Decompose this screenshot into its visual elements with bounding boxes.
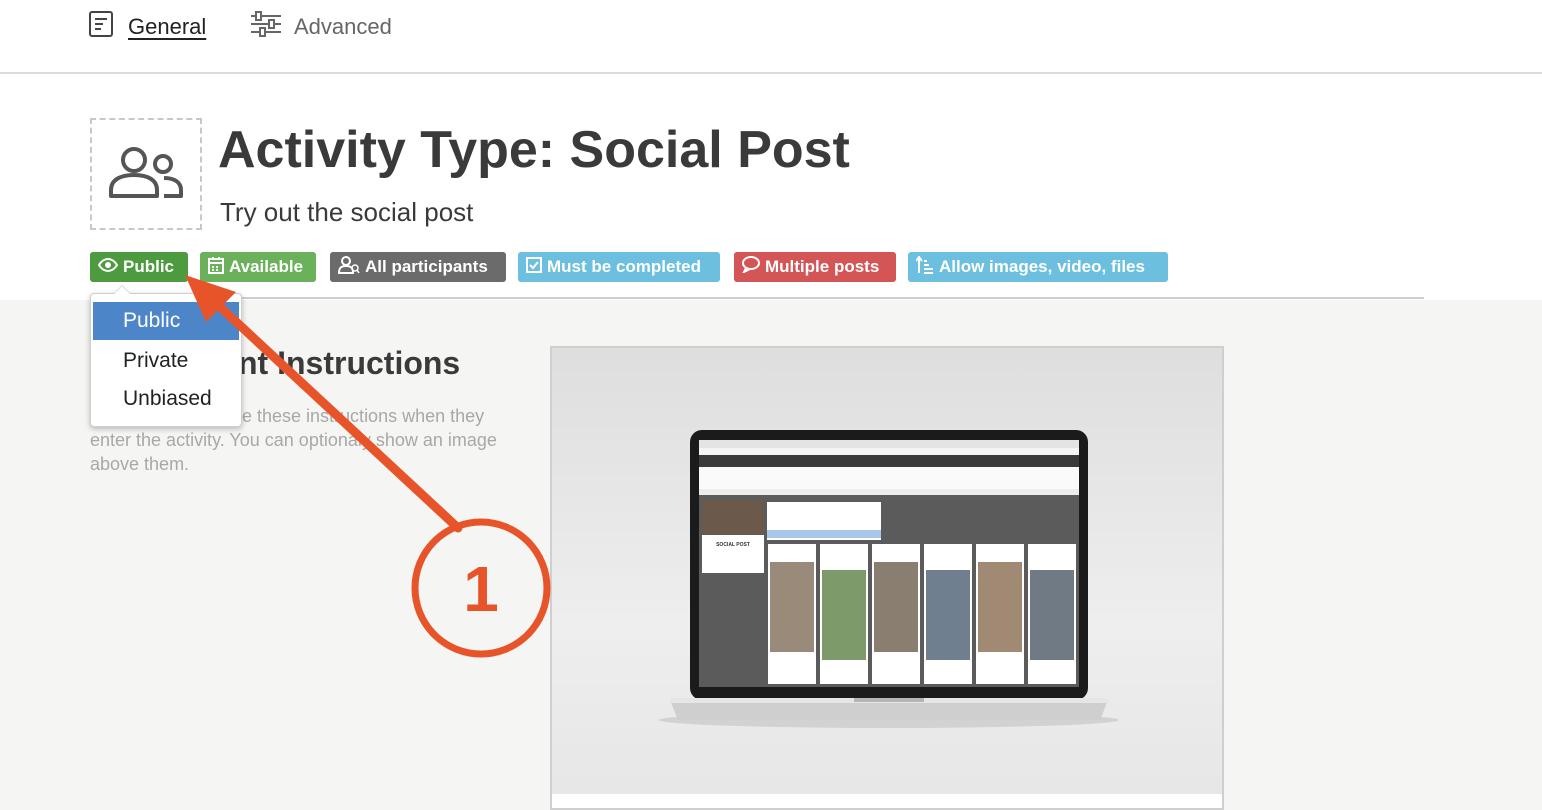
visibility-option-public[interactable]: Public	[93, 302, 239, 340]
eye-icon	[97, 257, 123, 277]
preview-post-photo	[822, 570, 866, 660]
activity-icon-box[interactable]	[90, 118, 202, 230]
badge-completion[interactable]: Must be completed	[518, 252, 720, 282]
preview-post-photo	[978, 562, 1022, 652]
laptop-image: SOCIAL POST	[659, 430, 1119, 728]
tab-advanced[interactable]: Advanced	[250, 10, 392, 44]
document-icon	[88, 9, 116, 45]
visibility-option-private[interactable]: Private	[93, 342, 239, 380]
tab-general-label: General	[128, 14, 207, 39]
user-group-icon	[337, 255, 365, 279]
visibility-option-unbiased[interactable]: Unbiased	[93, 380, 239, 418]
badge-visibility-label: Public	[123, 257, 175, 276]
badge-participants-label: All participants	[365, 257, 488, 276]
preview-post-photo	[874, 562, 918, 652]
badge-posts[interactable]: Multiple posts	[734, 252, 896, 282]
page-subtitle: Try out the social post	[220, 197, 474, 227]
tab-general[interactable]: General	[88, 10, 206, 44]
preview-post-photo	[770, 562, 814, 652]
sort-icon	[915, 254, 939, 279]
sliders-icon	[250, 9, 282, 45]
badge-completion-label: Must be completed	[547, 257, 701, 276]
visibility-dropdown[interactable]: Public Private Unbiased	[90, 285, 242, 427]
badge-availability[interactable]: Available	[200, 252, 316, 282]
preview-heading: SOCIAL POST	[716, 542, 750, 548]
page-title: Activity Type: Social Post	[218, 121, 850, 179]
badge-posts-label: Multiple posts	[765, 257, 880, 276]
instructions-image[interactable]: SOCIAL POST	[550, 346, 1224, 810]
tab-advanced-label: Advanced	[294, 14, 392, 39]
image-caption-area	[550, 794, 1224, 810]
instructions-line-2: enter the activity. You can optionaly sh…	[90, 430, 497, 450]
preview-post-photo	[1030, 570, 1074, 660]
checkbox-icon	[526, 256, 547, 278]
speech-bubble-icon	[741, 256, 765, 278]
badge-participants[interactable]: All participants	[330, 252, 506, 282]
instructions-line-3: above them.	[90, 454, 190, 474]
header-divider	[90, 297, 1424, 299]
badge-attachments-label: Allow images, video, files	[939, 257, 1145, 276]
badge-attachments[interactable]: Allow images, video, files	[908, 252, 1168, 282]
badge-visibility[interactable]: Public	[90, 252, 188, 282]
calendar-icon	[208, 256, 229, 279]
instructions-title: nt Instructions	[238, 345, 461, 381]
users-icon	[108, 144, 184, 205]
badge-availability-label: Available	[229, 257, 304, 276]
top-tab-bar: General Advanced	[0, 0, 1542, 74]
preview-post-photo	[926, 570, 970, 660]
